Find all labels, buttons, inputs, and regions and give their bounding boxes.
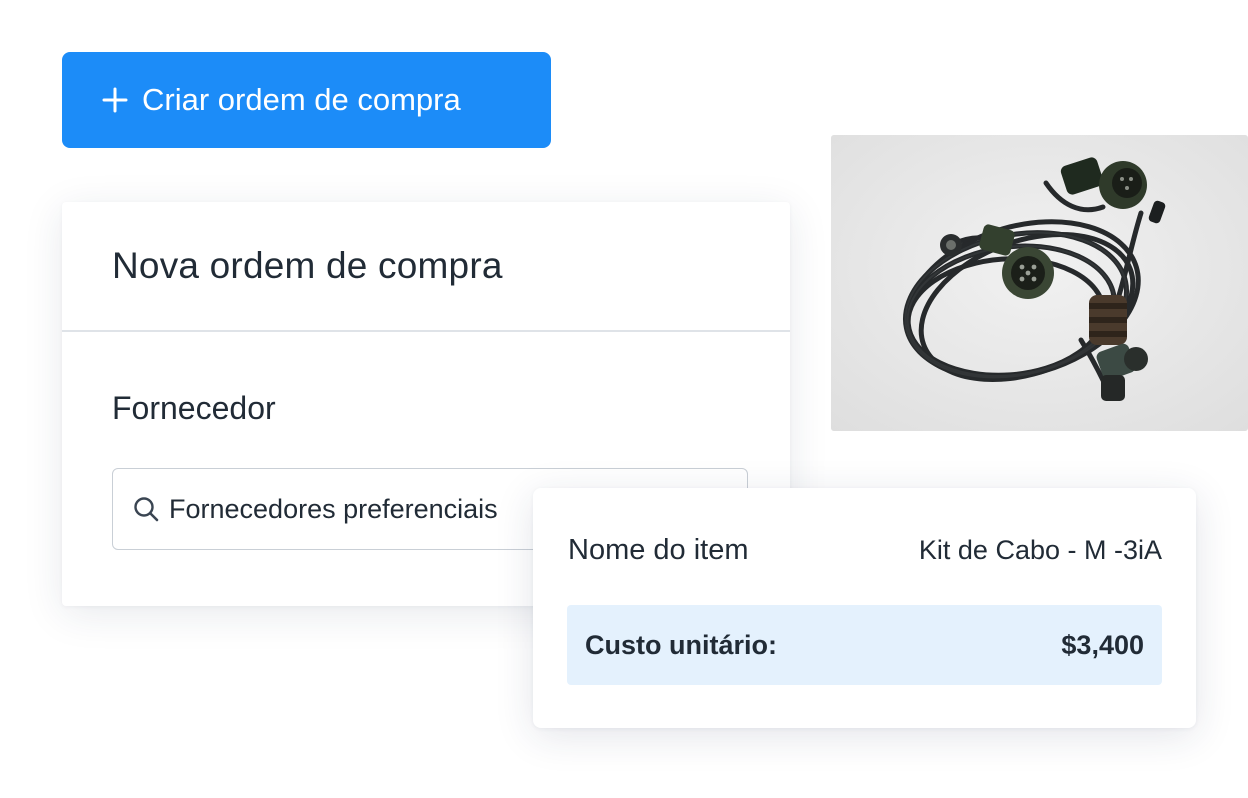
unit-cost-label: Custo unitário:	[585, 629, 777, 660]
item-name-value: Kit de Cabo - M -3iA	[918, 535, 1162, 565]
item-name-row: Nome do item Kit de Cabo - M -3iA	[568, 534, 1162, 567]
unit-cost-row: Custo unitário: $3,400	[567, 605, 1162, 685]
card-title: Nova ordem de compra	[112, 245, 503, 286]
supplier-label: Fornecedor	[112, 390, 276, 426]
item-details-card: Nome do item Kit de Cabo - M -3iA Custo …	[533, 488, 1196, 728]
item-name-label: Nome do item	[568, 534, 749, 566]
create-purchase-order-button[interactable]: Criar ordem de compra	[62, 52, 551, 148]
cable-kit-photo	[831, 135, 1248, 431]
plus-icon	[102, 87, 128, 113]
create-purchase-order-label: Criar ordem de compra	[142, 82, 461, 117]
card-header: Nova ordem de compra	[62, 202, 790, 332]
unit-cost-value: $3,400	[1061, 629, 1144, 660]
page: Criar ordem de compra Nova ordem de comp…	[0, 0, 1248, 798]
search-icon	[134, 497, 159, 522]
product-photo	[831, 135, 1248, 431]
